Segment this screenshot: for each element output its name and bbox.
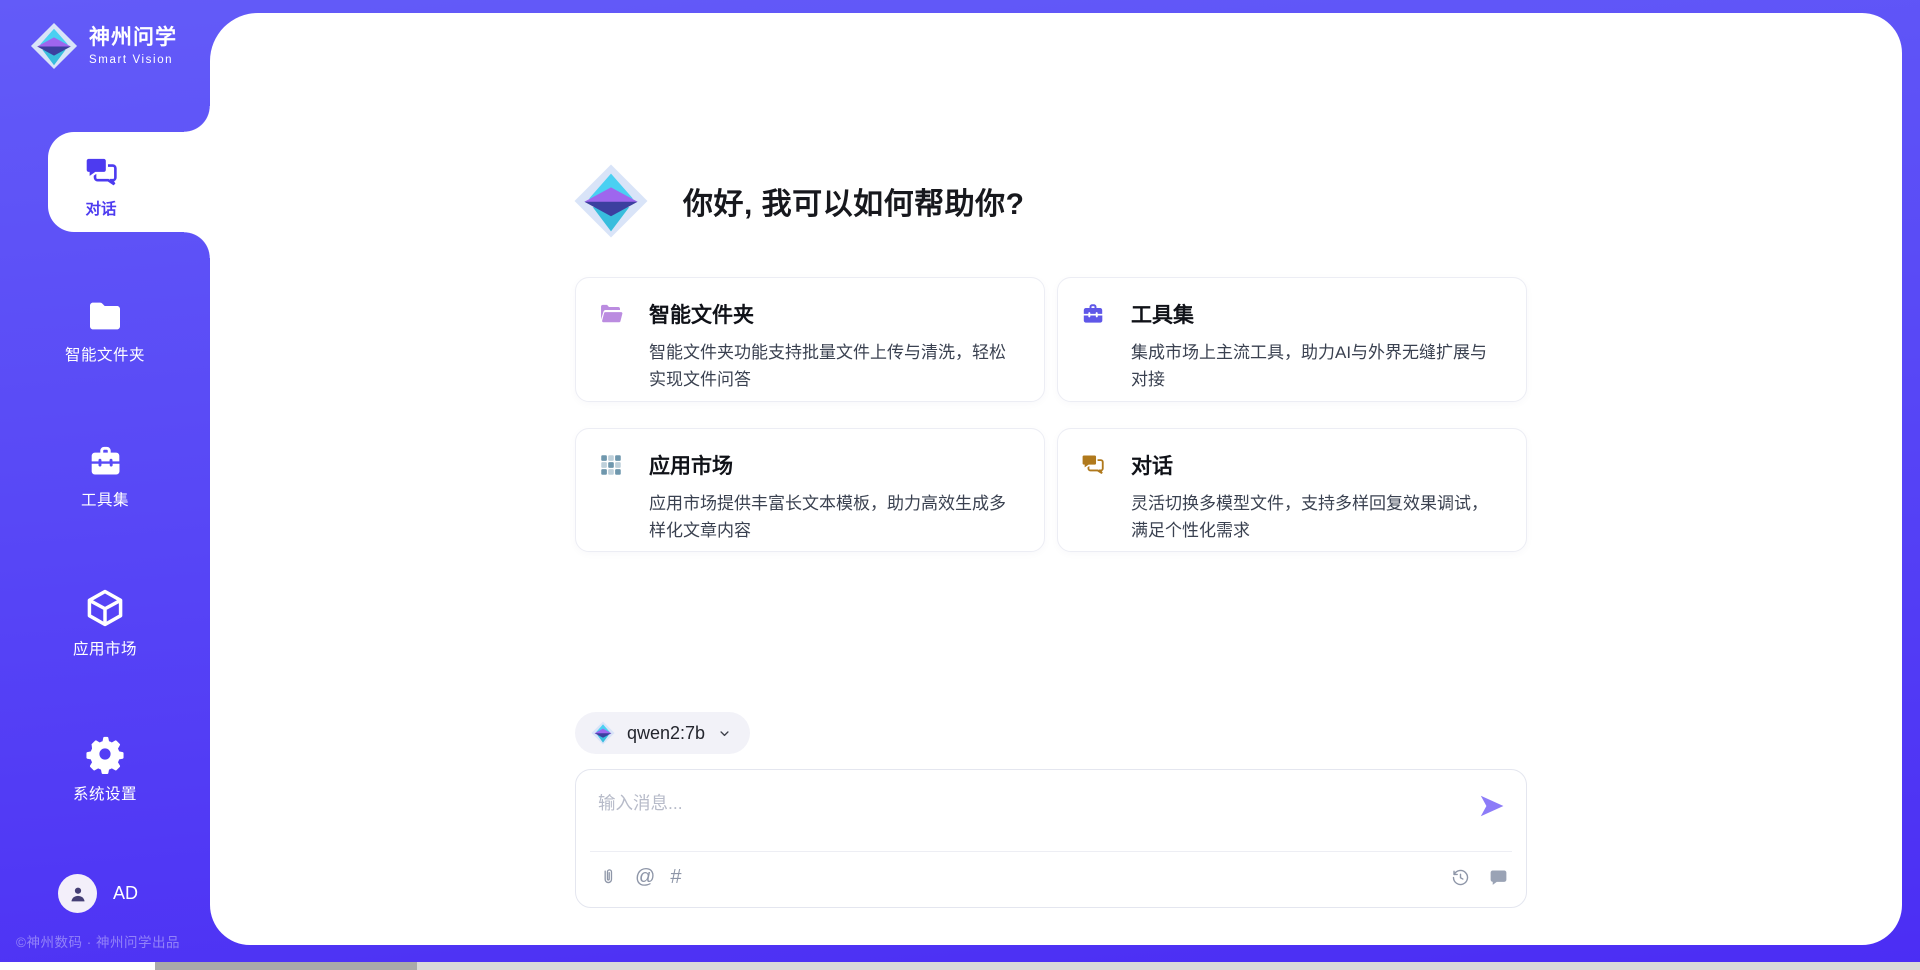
grid-icon <box>598 452 624 478</box>
main-content-panel: 你好, 我可以如何帮助你? 智能文件夹 智能文件夹功能支持批量文件上传与清洗，轻… <box>210 13 1902 945</box>
card-smart-folder[interactable]: 智能文件夹 智能文件夹功能支持批量文件上传与清洗，轻松实现文件问答 <box>575 277 1045 402</box>
card-header: 应用市场 <box>598 450 1020 480</box>
send-icon <box>1478 792 1506 820</box>
message-input[interactable] <box>596 782 1456 824</box>
chevron-down-icon <box>717 726 732 741</box>
greeting-title: 你好, 我可以如何帮助你? <box>683 179 1025 223</box>
message-composer: @ # <box>575 769 1527 908</box>
sidebar-item-label: 应用市场 <box>73 637 137 659</box>
chat-icon <box>83 154 120 191</box>
sidebar-item-label: 系统设置 <box>73 782 137 804</box>
model-selector[interactable]: qwen2:7b <box>575 712 750 754</box>
gem-logo-icon <box>591 721 615 745</box>
hash-icon[interactable]: # <box>670 867 681 887</box>
copyright-text: ©神州数码 · 神州问学出品 <box>16 931 180 951</box>
sidebar-item-label: 智能文件夹 <box>65 343 145 365</box>
card-description: 灵活切换多模型文件，支持多样回复效果调试，满足个性化需求 <box>1131 490 1502 544</box>
brand-title: 神州问学 <box>89 26 177 49</box>
tab-curve-top <box>184 106 210 132</box>
greeting-block: 你好, 我可以如何帮助你? <box>573 163 1025 239</box>
chat-bubble-icon[interactable] <box>1486 865 1510 889</box>
gem-logo-icon <box>573 163 649 239</box>
send-button[interactable] <box>1478 792 1506 820</box>
composer-tools-left: @ # <box>596 865 681 889</box>
sidebar-item-toolset[interactable]: 工具集 <box>0 442 210 510</box>
sidebar-item-settings[interactable]: 系统设置 <box>0 733 210 804</box>
avatar <box>58 874 97 913</box>
sidebar-item-label: 工具集 <box>81 488 129 510</box>
sidebar-item-smart-folder[interactable]: 智能文件夹 <box>0 296 210 365</box>
sidebar-item-app-market[interactable]: 应用市场 <box>0 586 210 659</box>
card-header: 工具集 <box>1080 299 1502 329</box>
card-description: 应用市场提供丰富长文本模板，助力高效生成多样化文章内容 <box>649 490 1020 544</box>
toolbox-icon <box>1080 301 1106 327</box>
gear-icon <box>84 733 126 775</box>
card-app-market[interactable]: 应用市场 应用市场提供丰富长文本模板，助力高效生成多样化文章内容 <box>575 428 1045 552</box>
brand-logo: 神州问学 Smart Vision <box>30 22 177 70</box>
card-description: 集成市场上主流工具，助力AI与外界无缝扩展与对接 <box>1131 339 1502 393</box>
card-title: 对话 <box>1131 450 1173 480</box>
history-icon[interactable] <box>1448 865 1472 889</box>
card-header: 对话 <box>1080 450 1502 480</box>
gem-logo-icon <box>30 22 78 70</box>
brand-subtitle: Smart Vision <box>89 54 177 66</box>
app-window: 你好, 我可以如何帮助你? 智能文件夹 智能文件夹功能支持批量文件上传与清洗，轻… <box>0 0 1920 970</box>
sidebar-item-label: 对话 <box>85 197 116 219</box>
model-selector-value: qwen2:7b <box>627 723 705 744</box>
scrollbar-thumb[interactable] <box>155 962 417 970</box>
user-icon <box>67 883 89 905</box>
sidebar-item-chat[interactable]: 对话 <box>48 132 210 232</box>
card-toolset[interactable]: 工具集 集成市场上主流工具，助力AI与外界无缝扩展与对接 <box>1057 277 1527 402</box>
card-header: 智能文件夹 <box>598 299 1020 329</box>
card-title: 智能文件夹 <box>649 299 754 329</box>
card-chat[interactable]: 对话 灵活切换多模型文件，支持多样回复效果调试，满足个性化需求 <box>1057 428 1527 552</box>
chat-icon <box>1080 452 1106 478</box>
card-title: 应用市场 <box>649 450 733 480</box>
scrollbar-track[interactable] <box>155 962 1920 970</box>
composer-divider <box>590 851 1512 852</box>
tab-curve-bottom <box>184 232 210 258</box>
toolbox-icon <box>86 442 125 481</box>
folder-icon <box>85 296 125 336</box>
folder-open-icon <box>598 301 624 327</box>
card-title: 工具集 <box>1131 299 1194 329</box>
user-profile[interactable]: AD <box>58 874 138 913</box>
at-icon[interactable]: @ <box>635 867 655 887</box>
card-description: 智能文件夹功能支持批量文件上传与清洗，轻松实现文件问答 <box>649 339 1020 393</box>
horizontal-scrollbar <box>0 962 1920 970</box>
user-name: AD <box>113 883 138 904</box>
paperclip-icon[interactable] <box>596 865 620 889</box>
cube-icon <box>83 586 127 630</box>
composer-tools-right <box>1448 865 1510 889</box>
